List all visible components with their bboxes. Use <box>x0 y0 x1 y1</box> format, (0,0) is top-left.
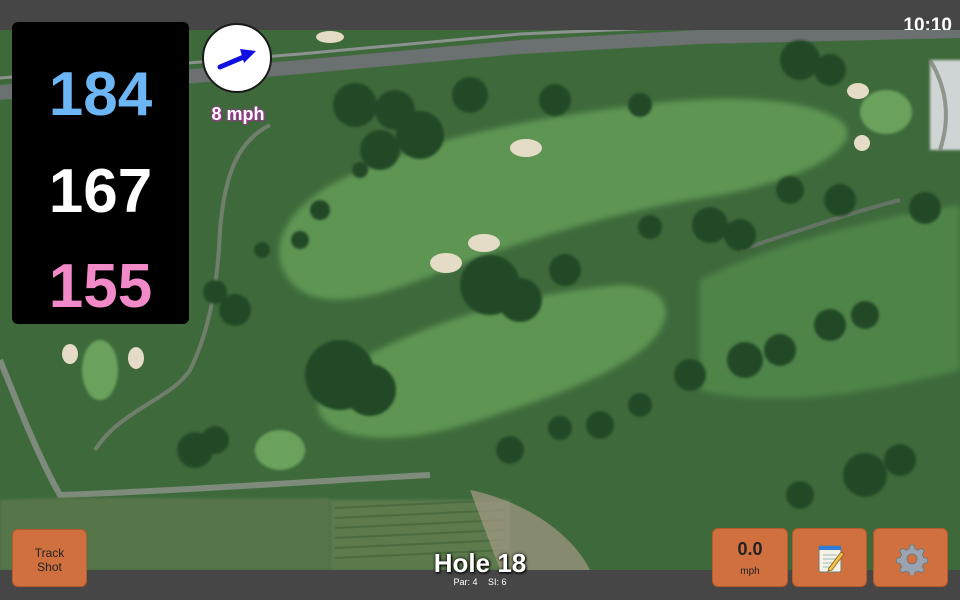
wind-indicator <box>202 23 272 93</box>
middle-distance: 167 <box>48 157 153 226</box>
track-shot-label-line1: Track <box>34 546 65 560</box>
hole-title: Hole 18 <box>433 548 527 578</box>
settings-button[interactable] <box>873 528 948 587</box>
distance-panel: 184 167 155 <box>12 22 189 324</box>
notes-button[interactable] <box>792 528 867 587</box>
front-distance: 155 <box>48 252 153 321</box>
wind-arrow-icon <box>217 49 256 70</box>
hole-details: Par: 4 SI: 6 <box>380 577 580 587</box>
gear-icon <box>896 544 928 575</box>
hole-par: Par: 4 <box>453 577 478 587</box>
notepad-icon <box>818 545 845 573</box>
speed-value: 0.0 <box>737 539 763 559</box>
back-distance: 184 <box>48 60 153 129</box>
hole-stroke-index: SI: 6 <box>488 577 507 587</box>
track-shot-label-line2: Shot <box>37 560 62 574</box>
track-shot-button[interactable]: Track Shot <box>12 529 87 587</box>
speed-unit: mph <box>740 566 760 577</box>
wind-speed: 8 mph <box>211 104 265 124</box>
speed-button[interactable]: 0.0 mph <box>712 528 788 587</box>
